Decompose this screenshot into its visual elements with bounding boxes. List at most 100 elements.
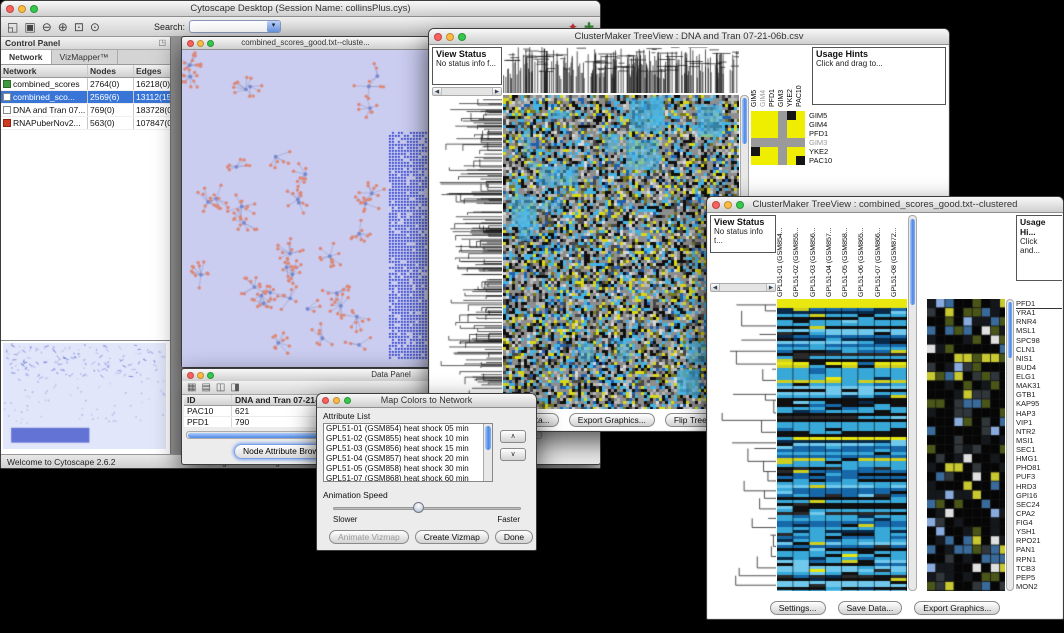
gene-label[interactable]: BUD4 [1016,363,1062,372]
gene-label[interactable]: MSI1 [1016,436,1062,445]
zoom-fit-icon[interactable]: ⊡ [74,19,84,35]
close-icon[interactable] [434,33,442,41]
zoom-heatmap-canvas[interactable] [927,299,1005,591]
zoom-in-icon[interactable]: ⊕ [58,19,68,35]
attribute-list-item[interactable]: GPL51-05 (GSM858) heat shock 30 min [324,464,492,474]
gene-label[interactable]: YRA1 [1016,308,1062,317]
close-icon[interactable] [187,372,194,379]
gene-label[interactable]: RNR4 [1016,317,1062,326]
gene-label[interactable]: RPO21 [1016,536,1062,545]
gene-label[interactable]: PAN1 [1016,545,1062,554]
scroll-left-icon[interactable] [433,88,442,95]
network-table-row[interactable]: combined_sco... 2569(6) 13112(15) [1,91,170,104]
treeview-button[interactable]: Settings... [770,601,826,615]
gene-label[interactable]: KAP95 [1016,399,1062,408]
gene-label[interactable]: PEP5 [1016,573,1062,582]
zoom-vscrollbar[interactable] [1006,299,1014,591]
minimize-icon[interactable] [724,201,732,209]
attribute-list-scrollbar[interactable] [483,424,492,481]
minimize-icon[interactable] [197,40,204,47]
attribute-list-item[interactable]: GPL51-02 (GSM855) heat shock 10 min [324,434,492,444]
network-view-titlebar[interactable]: combined_scores_good.txt--cluste... [182,37,429,50]
dialog-titlebar[interactable]: Map Colors to Network [317,394,536,408]
gene-label[interactable]: VIP1 [1016,418,1062,427]
zoom-window-icon[interactable] [207,372,214,379]
close-icon[interactable] [6,5,14,13]
row-label[interactable]: GIM4 [809,120,853,129]
gene-label[interactable]: MON2 [1016,582,1062,591]
zoom-window-icon[interactable] [30,5,38,13]
gene-label[interactable]: YSH1 [1016,527,1062,536]
row-label[interactable]: PFD1 [809,129,853,138]
import-attributes-icon[interactable]: ◨ [230,382,239,394]
gene-label[interactable]: GPI16 [1016,491,1062,500]
attribute-list-item[interactable]: GPL51-07 (GSM868) heat shock 60 min [324,474,492,482]
save-session-icon[interactable]: ▣ [24,19,35,35]
correlation-matrix[interactable] [751,111,805,165]
gene-label[interactable]: HRD3 [1016,482,1062,491]
create-attribute-icon[interactable]: ▤ [201,382,210,394]
gene-label[interactable]: SPC98 [1016,336,1062,345]
network-overview-canvas[interactable] [3,343,166,449]
treeview-button[interactable]: Save Data... [838,601,903,615]
gene-label[interactable]: HAP3 [1016,409,1062,418]
treeview2-titlebar[interactable]: ClusterMaker TreeView : combined_scores_… [707,197,1063,213]
network-graph-canvas[interactable] [182,50,429,367]
heatmap-vscrollbar[interactable] [908,215,917,591]
close-icon[interactable] [322,397,329,404]
search-dropdown-icon[interactable]: ▾ [267,21,280,32]
search-input[interactable]: ▾ [189,20,281,33]
gene-label[interactable]: PUF3 [1016,472,1062,481]
gene-label[interactable]: MAK31 [1016,381,1062,390]
zoom-window-icon[interactable] [736,201,744,209]
select-attributes-icon[interactable]: ▦ [187,382,196,394]
gene-label[interactable]: NTR2 [1016,427,1062,436]
row-label[interactable]: GIM3 [809,138,853,147]
row-label[interactable]: YKE2 [809,147,853,156]
slider-thumb[interactable] [413,502,424,513]
tab-vizmapper[interactable]: VizMapper™ [52,50,118,64]
expression-heatmap-canvas[interactable] [503,95,739,409]
gene-label[interactable]: TCB3 [1016,564,1062,573]
network-table-row[interactable]: DNA and Tran 07... 769(0) 183728(0) [1,104,170,117]
open-session-icon[interactable]: ◱ [7,19,18,35]
gene-label[interactable]: SEC24 [1016,500,1062,509]
gene-label[interactable]: RPN1 [1016,555,1062,564]
gene-label[interactable]: SEC1 [1016,445,1062,454]
dialog-button[interactable]: Done [495,530,533,544]
dendrogram-hscrollbar[interactable] [710,283,776,292]
expression-heatmap-canvas[interactable] [777,299,907,591]
main-titlebar[interactable]: Cytoscape Desktop (Session Name: collins… [1,1,600,17]
gene-label[interactable]: MSL1 [1016,326,1062,335]
treeview-button[interactable]: Export Graphics... [569,413,655,427]
gene-label[interactable]: GTB1 [1016,390,1062,399]
dialog-button[interactable]: Create Vizmap [415,530,489,544]
zoom-out-icon[interactable]: ⊖ [42,19,52,35]
minimize-icon[interactable] [446,33,454,41]
dendrogram-hscrollbar[interactable] [432,87,502,96]
scroll-left-icon[interactable] [711,284,720,291]
treeview-button[interactable]: Export Graphics... [914,601,1000,615]
attribute-list-item[interactable]: GPL51-03 (GSM856) heat shock 15 min [324,444,492,454]
float-panel-icon[interactable]: ◳ [158,37,166,49]
row-label[interactable]: PAC10 [809,156,853,165]
zoom-selected-icon[interactable]: ⊙ [90,19,100,35]
row-label[interactable]: GIM5 [809,111,853,120]
close-icon[interactable] [187,40,194,47]
gene-label[interactable]: CPA2 [1016,509,1062,518]
row-dendrogram-canvas[interactable] [432,99,502,409]
network-table-row[interactable]: combined_scores 2764(0) 16218(0) [1,78,170,91]
row-dendrogram-canvas[interactable] [710,299,776,591]
dialog-button[interactable]: Animate Vizmap [329,530,409,544]
gene-label[interactable]: HMG1 [1016,454,1062,463]
gene-label[interactable]: PFD1 [1016,299,1062,308]
scroll-right-icon[interactable] [492,88,501,95]
column-dendrogram-canvas[interactable] [503,47,739,93]
minimize-icon[interactable] [333,397,340,404]
gene-label[interactable]: PHO81 [1016,463,1062,472]
tab-network[interactable]: Network [1,50,52,64]
minimize-icon[interactable] [197,372,204,379]
attribute-list-item[interactable]: GPL51-01 (GSM854) heat shock 05 min [324,424,492,434]
scroll-right-icon[interactable] [766,284,775,291]
move-down-button[interactable]: ∨ [500,448,526,461]
